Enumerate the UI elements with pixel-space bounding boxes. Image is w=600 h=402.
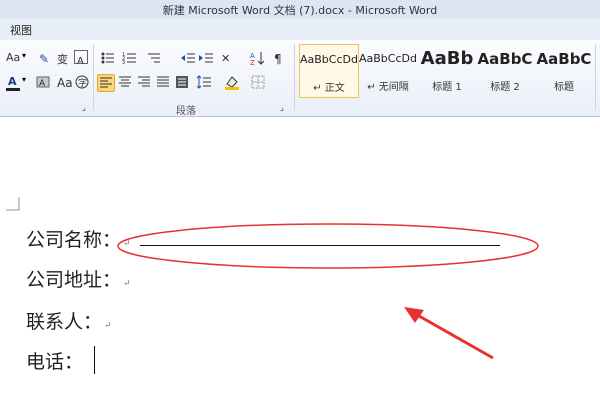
style-normal[interactable]: AaBbCcDd ↵ 正文 bbox=[299, 44, 359, 98]
font-size-dropdown-icon[interactable]: ▾ bbox=[22, 51, 38, 67]
annotation-arrow-head bbox=[404, 307, 424, 323]
ribbon-separator bbox=[93, 44, 94, 110]
phonetic-guide-icon[interactable]: 变 bbox=[56, 50, 72, 66]
document-page[interactable]: 公司名称： ↵ 公司地址： ↵ 联系人： ↵ 电话： bbox=[0, 117, 600, 402]
style-heading-1[interactable]: AaBb 标题 1 bbox=[419, 44, 475, 96]
chinese-layout-icon[interactable]: ✕ bbox=[220, 50, 236, 66]
annotation-arrow-line bbox=[411, 310, 494, 360]
style-heading-2[interactable]: AaBbC 标题 2 bbox=[477, 44, 533, 96]
svg-text:¶: ¶ bbox=[274, 52, 282, 66]
menu-bar: 视图 bbox=[0, 18, 600, 40]
align-left-button[interactable] bbox=[97, 74, 115, 92]
char-border-icon[interactable]: A bbox=[74, 50, 88, 67]
menu-view-tab[interactable]: 视图 bbox=[10, 22, 32, 38]
title-bar: 新建 Microsoft Word 文档 (7).docx - Microsof… bbox=[0, 0, 600, 19]
svg-text:3: 3 bbox=[122, 60, 125, 66]
annotation-layer bbox=[117, 223, 539, 360]
ribbon: Aa ▾ ✎ 变 A A ▾ A Aa 字 ⌟ 123 ✕ AZ ¶ 段落 ⌟ … bbox=[0, 40, 600, 117]
svg-text:Z: Z bbox=[250, 59, 255, 66]
style-sample: AaBbCcDd bbox=[300, 53, 358, 66]
window-title: 新建 Microsoft Word 文档 (7).docx - Microsof… bbox=[162, 4, 438, 17]
shading-icon[interactable] bbox=[224, 74, 240, 90]
sort-icon[interactable]: AZ bbox=[250, 50, 266, 67]
style-name: 标题 bbox=[554, 82, 574, 93]
decrease-indent-icon[interactable] bbox=[180, 50, 196, 66]
font-dialog-launcher-icon[interactable]: ⌟ bbox=[82, 102, 86, 114]
font-color-swatch bbox=[6, 88, 20, 91]
font-size-aa-button[interactable]: Aa bbox=[6, 52, 20, 64]
borders-icon[interactable] bbox=[250, 74, 266, 90]
font-color-button[interactable]: A bbox=[8, 76, 17, 88]
increase-indent-icon[interactable] bbox=[198, 50, 214, 66]
ribbon-separator bbox=[595, 44, 596, 110]
clear-format-icon[interactable]: ✎ bbox=[38, 50, 54, 66]
multilevel-list-icon[interactable] bbox=[146, 50, 162, 66]
style-sample: AaBbCcDd bbox=[359, 52, 417, 65]
enclose-char-icon[interactable]: 字 bbox=[74, 74, 90, 90]
svg-text:✎: ✎ bbox=[39, 52, 49, 66]
svg-text:A: A bbox=[39, 79, 46, 89]
show-marks-icon[interactable]: ¶ bbox=[272, 50, 288, 66]
style-title[interactable]: AaBbC 标题 bbox=[535, 44, 593, 96]
svg-text:✕: ✕ bbox=[221, 52, 230, 65]
justify-button[interactable] bbox=[155, 74, 171, 90]
style-name: ↵ 正文 bbox=[313, 83, 345, 94]
align-center-button[interactable] bbox=[117, 74, 133, 90]
style-sample: AaBbC bbox=[477, 50, 533, 68]
paragraph-dialog-launcher-icon[interactable]: ⌟ bbox=[280, 102, 284, 114]
svg-text:变: 变 bbox=[57, 52, 68, 66]
style-name: 标题 1 bbox=[432, 82, 462, 93]
ribbon-separator bbox=[294, 44, 295, 110]
numbering-icon[interactable]: 123 bbox=[122, 50, 138, 66]
style-name: 标题 2 bbox=[490, 82, 520, 93]
bullets-icon[interactable] bbox=[100, 50, 116, 66]
line-spacing-icon[interactable] bbox=[196, 74, 212, 90]
svg-text:Aa: Aa bbox=[57, 76, 72, 90]
align-right-button[interactable] bbox=[136, 74, 152, 90]
svg-text:字: 字 bbox=[78, 77, 87, 89]
style-no-spacing[interactable]: AaBbCcDd ↵ 无间隔 bbox=[359, 44, 417, 96]
annotation-ellipse bbox=[117, 223, 539, 269]
highlight-icon[interactable]: A bbox=[36, 74, 52, 90]
distributed-button[interactable] bbox=[174, 74, 190, 90]
char-shading-icon[interactable]: Aa bbox=[56, 74, 73, 90]
paragraph-group-label: 段落 bbox=[176, 106, 196, 117]
style-sample: AaBbC bbox=[536, 50, 592, 68]
style-name: ↵ 无间隔 bbox=[367, 82, 409, 93]
style-sample: AaBb bbox=[420, 48, 474, 69]
svg-text:A: A bbox=[77, 56, 84, 66]
